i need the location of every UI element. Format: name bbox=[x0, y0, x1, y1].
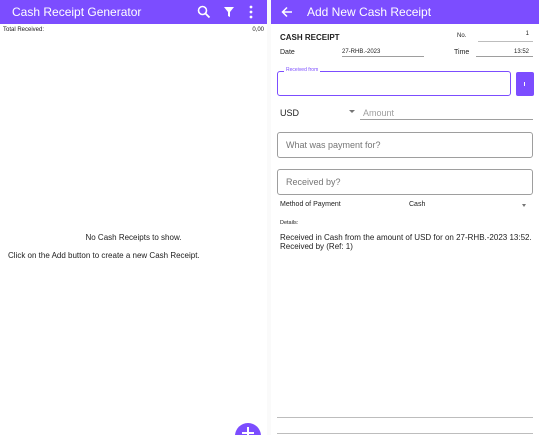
payment-purpose-input[interactable]: What was payment for? bbox=[277, 132, 533, 158]
received-by-input[interactable]: Received by? bbox=[277, 169, 533, 195]
currency-select[interactable]: USD bbox=[280, 108, 355, 118]
arrow-back-icon[interactable] bbox=[280, 5, 294, 19]
receipt-list-screen: Cash Receipt Generator Total Received: 0… bbox=[0, 0, 267, 435]
pick-contact-button[interactable] bbox=[516, 72, 534, 96]
details-label: Details: bbox=[280, 220, 299, 226]
list-app-title: Cash Receipt Generator bbox=[12, 5, 142, 19]
date-field[interactable]: 27-RHB.-2023 bbox=[342, 49, 424, 57]
receipt-number-label: No. bbox=[457, 33, 467, 39]
received-from-input[interactable]: Received from bbox=[277, 67, 511, 96]
empty-state-subtitle: Click on the Add button to create a new … bbox=[8, 251, 200, 260]
signature-line bbox=[277, 417, 533, 418]
total-received-row: Total Received: 0,00 bbox=[3, 27, 264, 33]
receipt-number-field[interactable]: 1 bbox=[478, 31, 533, 42]
form-app-title: Add New Cash Receipt bbox=[307, 5, 432, 19]
dropdown-arrow-icon[interactable] bbox=[522, 204, 526, 207]
screen-root: Cash Receipt Generator Total Received: 0… bbox=[0, 0, 539, 435]
time-label: Time bbox=[454, 49, 470, 56]
time-field[interactable]: 13:52 bbox=[476, 49, 533, 57]
payment-method-select[interactable]: Cash bbox=[409, 201, 425, 208]
add-receipt-screen: Add New Cash Receipt CASH RECEIPT No. 1 … bbox=[271, 0, 539, 435]
more-vert-icon[interactable] bbox=[241, 2, 261, 22]
contact-icon bbox=[524, 82, 525, 86]
payment-method-label: Method of Payment bbox=[280, 201, 341, 208]
add-receipt-fab[interactable] bbox=[235, 423, 261, 435]
receipt-heading: CASH RECEIPT bbox=[280, 33, 340, 42]
details-text: Received in Cash from the amount of USD … bbox=[280, 233, 532, 251]
date-label: Date bbox=[280, 49, 295, 56]
empty-state-title: No Cash Receipts to show. bbox=[85, 233, 182, 242]
received-from-label: Received from bbox=[284, 67, 321, 73]
dropdown-arrow-icon bbox=[349, 110, 355, 113]
form-app-bar: Add New Cash Receipt bbox=[271, 0, 539, 24]
signature-line bbox=[277, 433, 533, 434]
add-icon bbox=[242, 427, 254, 435]
currency-value: USD bbox=[280, 108, 300, 118]
list-app-bar: Cash Receipt Generator bbox=[0, 0, 267, 24]
amount-input[interactable]: Amount bbox=[360, 105, 533, 120]
total-received-value: 0,00 bbox=[252, 27, 264, 33]
total-received-label: Total Received: bbox=[3, 27, 45, 33]
filter-icon[interactable] bbox=[219, 2, 239, 22]
search-icon[interactable] bbox=[194, 2, 214, 22]
